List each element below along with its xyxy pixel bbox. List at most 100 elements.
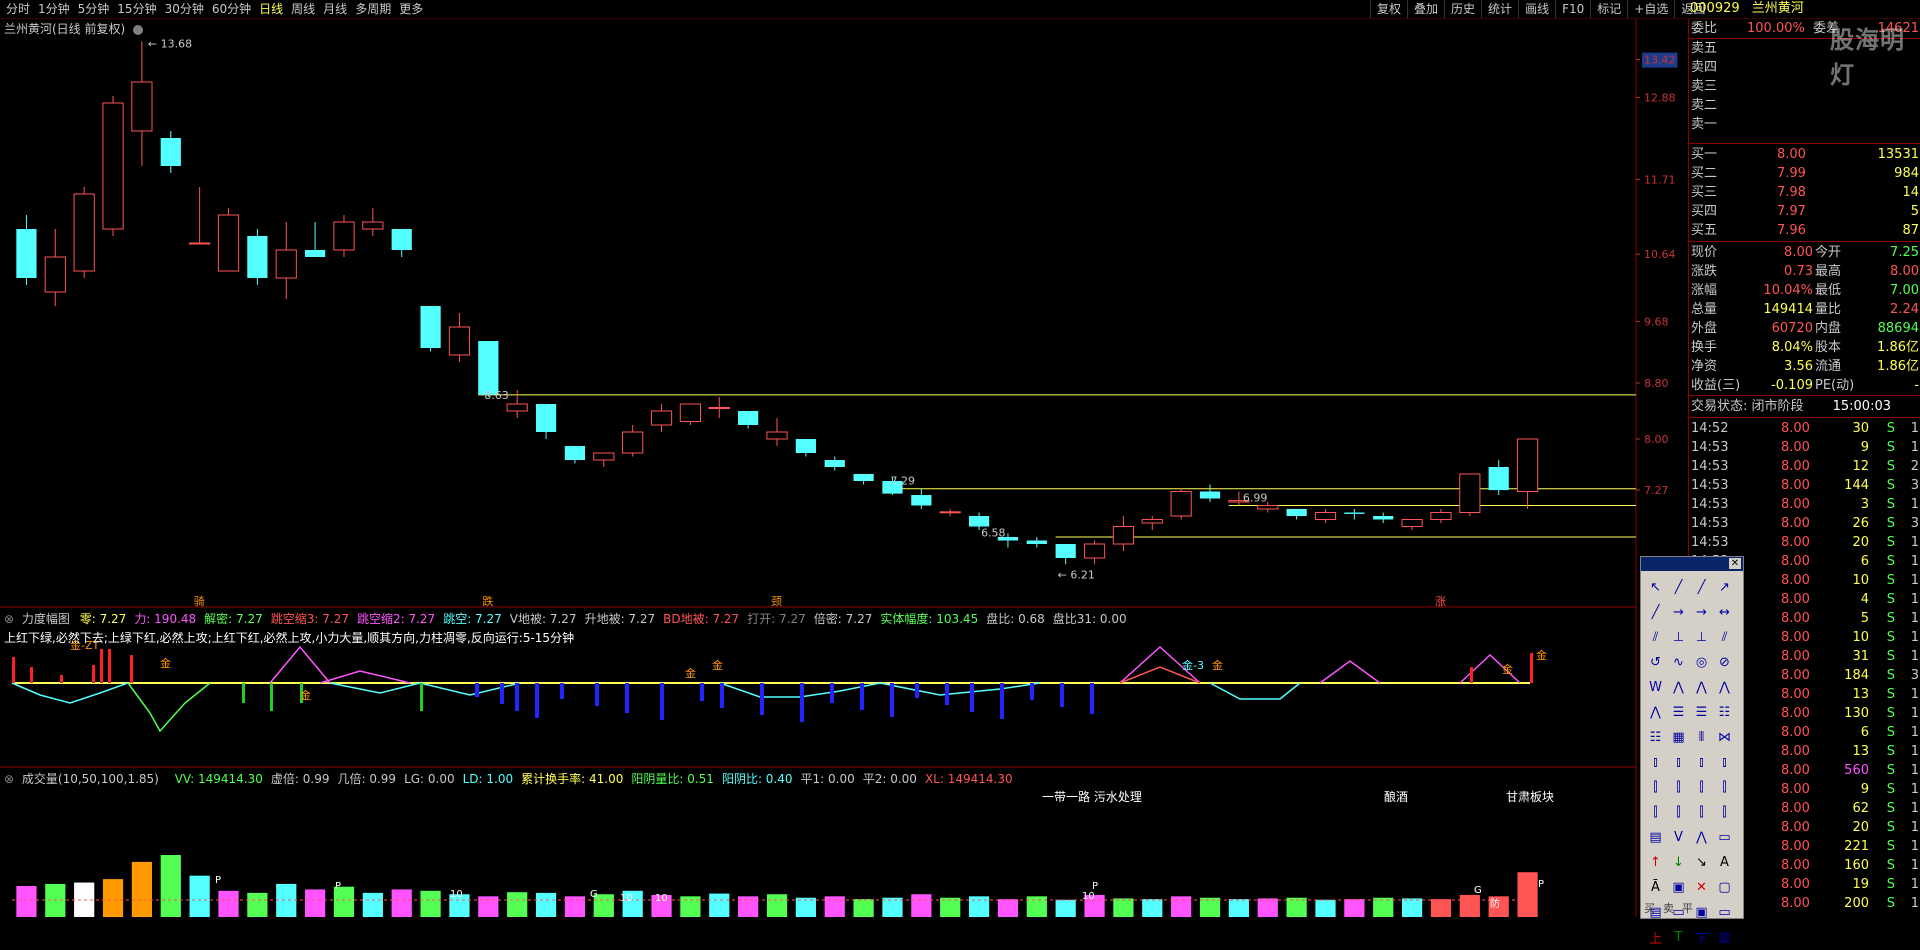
volume-bar[interactable] bbox=[911, 894, 932, 917]
volume-bar[interactable] bbox=[1315, 899, 1336, 917]
palette-tool-icon[interactable]: ╱ bbox=[1644, 600, 1667, 625]
tool-button-3[interactable]: 统计 bbox=[1481, 0, 1518, 18]
volume-bar[interactable] bbox=[1142, 899, 1163, 917]
palette-tool-icon[interactable]: ☷ bbox=[1713, 700, 1736, 725]
candle[interactable] bbox=[217, 214, 240, 272]
palette-tool-icon[interactable]: ⫾ bbox=[1644, 750, 1667, 775]
palette-tool-icon[interactable]: → bbox=[1667, 600, 1690, 625]
volume-bar[interactable] bbox=[420, 890, 441, 917]
period-tab-3[interactable]: 15分钟 bbox=[113, 0, 160, 18]
palette-tool-icon[interactable]: ⊥ bbox=[1690, 625, 1713, 650]
volume-bar[interactable] bbox=[160, 855, 181, 917]
palette-tool-icon[interactable]: ⋀ bbox=[1667, 675, 1690, 700]
volume-bar[interactable] bbox=[1171, 896, 1192, 917]
volume-bar[interactable] bbox=[795, 897, 816, 917]
candle[interactable] bbox=[1430, 512, 1452, 520]
candle[interactable] bbox=[247, 236, 268, 278]
candle[interactable] bbox=[1083, 543, 1106, 559]
palette-tool-icon[interactable]: ⋀ bbox=[1690, 825, 1713, 850]
volume-bar[interactable] bbox=[247, 892, 268, 917]
candle[interactable] bbox=[1055, 544, 1076, 558]
period-tab-5[interactable]: 60分钟 bbox=[208, 0, 255, 18]
volume-bar[interactable] bbox=[882, 897, 903, 917]
candle[interactable] bbox=[506, 403, 528, 412]
palette-tool-icon[interactable]: ↘ bbox=[1690, 850, 1713, 875]
palette-tool-icon[interactable]: ⫽ bbox=[1644, 625, 1667, 650]
candle[interactable] bbox=[189, 242, 211, 245]
palette-tool-icon[interactable]: ✕ bbox=[1690, 875, 1713, 900]
candle[interactable] bbox=[420, 306, 441, 348]
candle[interactable] bbox=[1516, 438, 1539, 492]
volume-bar[interactable] bbox=[1055, 899, 1076, 917]
palette-tool-icon[interactable]: ↓ bbox=[1667, 850, 1690, 875]
volume-bar[interactable] bbox=[1199, 897, 1221, 917]
palette-tool-icon[interactable]: ⊥ bbox=[1667, 625, 1690, 650]
candle[interactable] bbox=[679, 403, 702, 422]
palette-tool-icon[interactable]: ⫿ bbox=[1667, 775, 1690, 800]
palette-tool-icon[interactable]: ⋈ bbox=[1713, 725, 1736, 750]
palette-tool-icon[interactable]: Ā bbox=[1644, 875, 1667, 900]
palette-tool-icon[interactable]: ∿ bbox=[1667, 650, 1690, 675]
candle[interactable] bbox=[535, 404, 557, 432]
candle[interactable] bbox=[275, 249, 297, 279]
candle[interactable] bbox=[1141, 519, 1163, 524]
candle[interactable] bbox=[1373, 516, 1394, 520]
volume-bar[interactable] bbox=[507, 892, 528, 917]
candle[interactable] bbox=[1112, 526, 1135, 545]
volume-bar[interactable] bbox=[853, 899, 874, 917]
candle[interactable] bbox=[391, 229, 412, 250]
candle[interactable] bbox=[1199, 491, 1221, 499]
candle[interactable] bbox=[622, 431, 644, 454]
volume-bar[interactable] bbox=[1401, 898, 1423, 917]
palette-tool-icon[interactable]: ▤ bbox=[1644, 825, 1667, 850]
period-tab-4[interactable]: 30分钟 bbox=[161, 0, 208, 18]
volume-bar[interactable] bbox=[16, 886, 37, 917]
tool-button-1[interactable]: 叠加 bbox=[1407, 0, 1444, 18]
palette-tool-icon[interactable]: ╱ bbox=[1667, 575, 1690, 600]
chart-settings-icon[interactable] bbox=[133, 24, 144, 35]
indicator-close-icon[interactable]: ⊗ bbox=[4, 612, 14, 626]
volume-bar[interactable] bbox=[131, 861, 153, 917]
palette-tool-icon[interactable]: ⫴ bbox=[1690, 725, 1713, 750]
palette-tool-icon[interactable]: ▢ bbox=[1713, 875, 1736, 900]
volume-bar[interactable] bbox=[564, 896, 586, 917]
tool-button-5[interactable]: F10 bbox=[1555, 0, 1590, 18]
volume-bar[interactable] bbox=[709, 893, 730, 917]
candle[interactable] bbox=[853, 474, 874, 481]
tool-button-7[interactable]: +自选 bbox=[1627, 0, 1674, 18]
volume-bar[interactable] bbox=[1026, 896, 1047, 917]
palette-footer-label[interactable]: 买 bbox=[1644, 900, 1655, 916]
volume-bar[interactable] bbox=[362, 892, 383, 917]
palette-tool-icon[interactable]: ⫿ bbox=[1690, 775, 1713, 800]
palette-tool-icon[interactable]: ⫾ bbox=[1690, 750, 1713, 775]
candle[interactable] bbox=[1401, 519, 1423, 527]
palette-tool-icon[interactable]: ◎ bbox=[1690, 650, 1713, 675]
candle[interactable] bbox=[1257, 505, 1279, 510]
candle[interactable] bbox=[1488, 467, 1509, 491]
palette-tool-icon[interactable]: ⫾ bbox=[1667, 750, 1690, 775]
volume-bar[interactable] bbox=[1430, 899, 1452, 917]
palette-tool-icon[interactable]: ↑ bbox=[1644, 850, 1667, 875]
volume-bar[interactable] bbox=[1257, 898, 1278, 917]
candle[interactable] bbox=[16, 229, 37, 278]
candle[interactable] bbox=[939, 511, 961, 514]
palette-footer-label[interactable]: 平 bbox=[1682, 900, 1693, 916]
period-tab-7[interactable]: 周线 bbox=[287, 0, 319, 18]
volume-bar[interactable] bbox=[680, 896, 701, 917]
palette-tool-icon[interactable]: 上 bbox=[1644, 925, 1667, 950]
candle[interactable] bbox=[73, 193, 95, 272]
tool-button-0[interactable]: 复权 bbox=[1370, 0, 1407, 18]
volume-bar[interactable] bbox=[391, 889, 412, 917]
candle[interactable] bbox=[1459, 473, 1481, 513]
palette-tool-icon[interactable]: ⫽ bbox=[1713, 625, 1736, 650]
period-tab-6[interactable]: 日线 bbox=[255, 0, 287, 18]
volume-bar[interactable] bbox=[276, 883, 297, 917]
candle[interactable] bbox=[448, 326, 471, 356]
period-tab-8[interactable]: 月线 bbox=[319, 0, 351, 18]
volume-bar[interactable] bbox=[1373, 897, 1394, 917]
palette-tool-icon[interactable]: ↗ bbox=[1713, 575, 1736, 600]
volume-bar[interactable] bbox=[738, 896, 759, 917]
palette-tool-icon[interactable]: ↖ bbox=[1644, 575, 1667, 600]
palette-tool-icon[interactable]: ⫿ bbox=[1713, 800, 1736, 825]
palette-tool-icon[interactable]: ↔ bbox=[1713, 600, 1736, 625]
